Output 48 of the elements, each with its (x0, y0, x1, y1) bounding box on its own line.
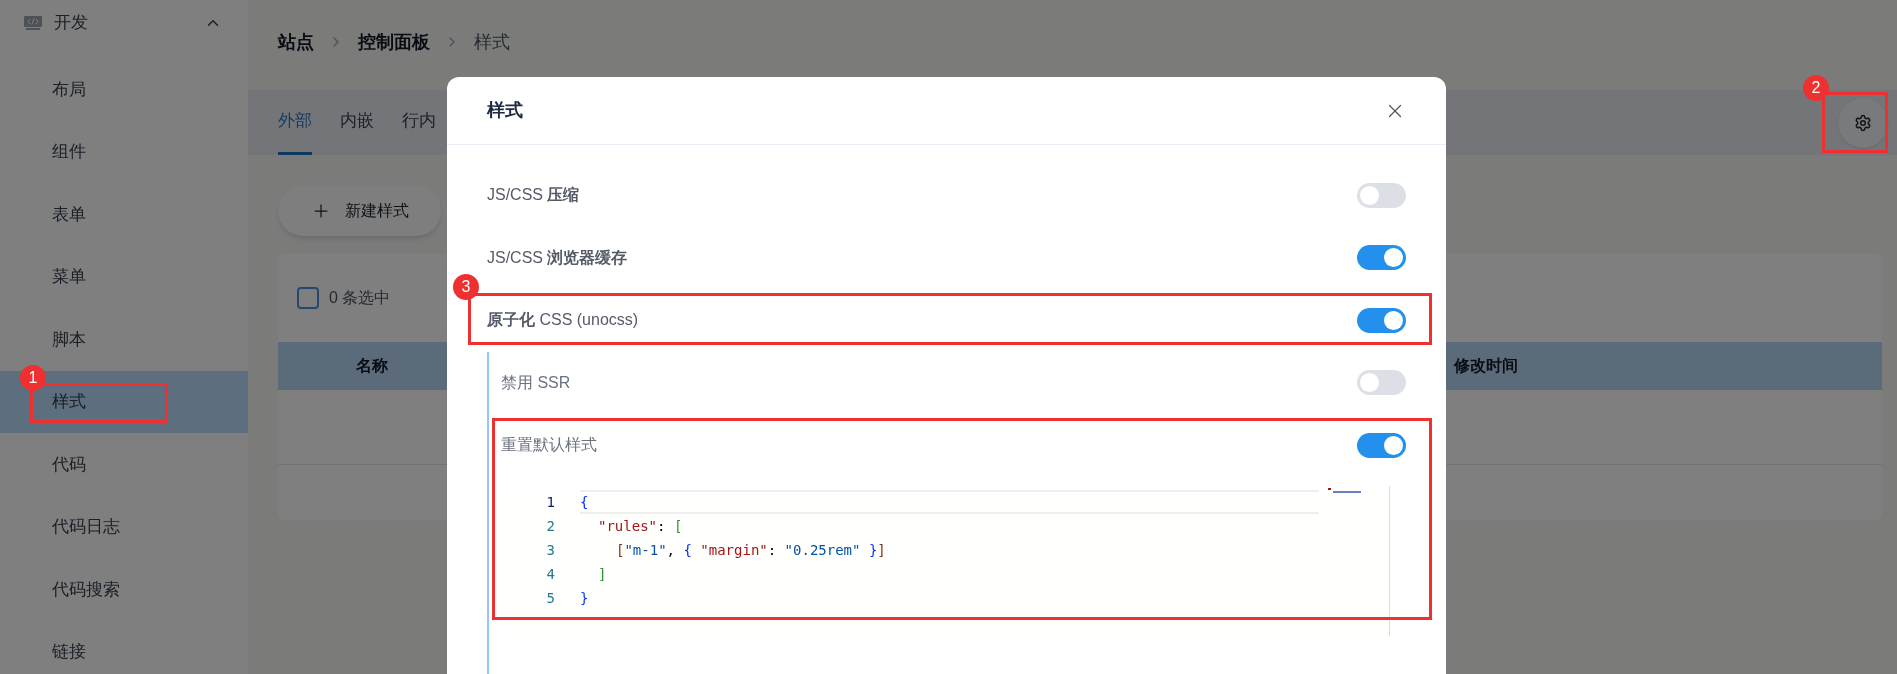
code-line: ["m-1", { "margin": "0.25rem" }] (615, 540, 887, 560)
minimap (1328, 487, 1362, 494)
annotation-frame (1822, 92, 1888, 153)
column-header: 修改时间 (1454, 356, 1518, 376)
new-style-button[interactable]: 新建样式 (278, 186, 441, 236)
toggle-switch[interactable] (1357, 307, 1406, 333)
sidebar-item[interactable]: 链接 (0, 620, 248, 674)
sidebar-group[interactable]: 开发 (0, 0, 248, 58)
sidebar-item[interactable]: 代码 (0, 433, 248, 496)
line-number: 1 (546, 492, 555, 512)
select-all-checkbox[interactable] (297, 286, 319, 309)
line-number: 5 (546, 588, 555, 608)
toggle-switch[interactable] (1357, 245, 1406, 271)
breadcrumb-item[interactable]: 站点 (278, 28, 314, 56)
setting-label: 禁用 SSR (501, 372, 571, 393)
line-number: 4 (546, 564, 555, 584)
sidebar-item[interactable]: 菜单 (0, 245, 248, 308)
breadcrumb-item: 样式 (474, 30, 510, 54)
code-icon (23, 15, 43, 31)
breadcrumb-item[interactable]: 控制面板 (358, 28, 430, 56)
setting-label: JS/CSS 浏览器缓存 (487, 247, 628, 268)
group-label: 开发 (54, 12, 89, 35)
toggle-switch[interactable] (1357, 370, 1406, 396)
code-line: ] (597, 564, 608, 584)
annotation-badge: 2 (1803, 75, 1829, 101)
sidebar-item[interactable]: 代码日志 (0, 495, 248, 558)
tab[interactable]: 外部 (278, 90, 312, 155)
tab[interactable]: 行内 (402, 90, 436, 155)
settings-icon (1854, 113, 1872, 132)
sidebar-item[interactable]: 代码搜索 (0, 558, 248, 621)
setting-label: 重置默认样式 (501, 435, 597, 456)
line-number: 2 (546, 516, 555, 536)
toggle-switch[interactable] (1357, 432, 1406, 458)
settings-button[interactable] (1838, 97, 1888, 148)
toggle-switch[interactable] (1357, 182, 1406, 208)
code-line: } (580, 588, 590, 608)
selection-count: 0 条选中 (329, 287, 391, 308)
setting-label: 原子化 CSS (unocss) (487, 310, 639, 331)
tab[interactable]: 内嵌 (340, 90, 374, 155)
code-line: "rules": [ (597, 516, 684, 536)
line-number: 3 (546, 540, 555, 560)
sidebar-item[interactable]: 布局 (0, 58, 248, 121)
column-header: 名称 (356, 356, 388, 376)
modal-title: 样式 (487, 99, 523, 122)
setting-label: JS/CSS 压缩 (487, 185, 580, 206)
sidebar-item[interactable]: 表单 (0, 183, 248, 246)
sidebar-item[interactable]: 组件 (0, 120, 248, 183)
code-line: { (580, 489, 1319, 514)
